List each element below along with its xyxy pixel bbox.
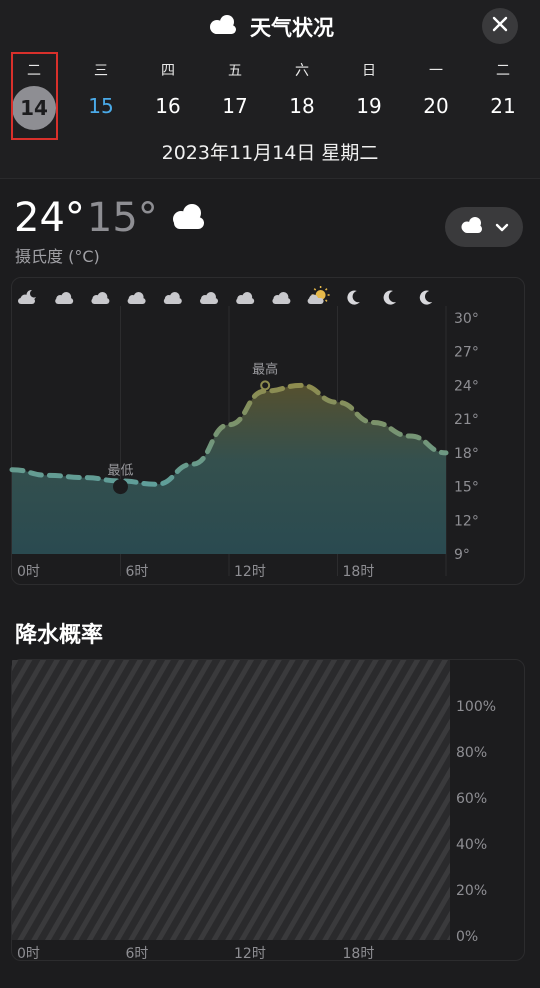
y-tick-label: 15° [454,480,479,496]
day-item[interactable]: 五 17 [205,58,265,126]
x-tick-label: 12时 [234,946,266,962]
min-point [113,479,128,495]
y-tick-label: 27° [454,345,479,361]
moon-icon [347,290,360,305]
day-weekday: 一 [429,63,443,79]
y-tick-label: 21° [454,412,479,428]
day-date: 15 [88,94,114,118]
day-item[interactable]: 日 19 [339,58,399,126]
day-weekday: 五 [228,63,242,79]
x-tick-label: 12时 [234,564,266,580]
moon-icon [383,290,396,305]
cloud-icon [236,292,255,304]
y-tick-label: 18° [454,446,479,462]
selected-date-label: 2023年11月14日 星期二 [161,142,379,164]
day-weekday: 四 [161,63,175,79]
day-item[interactable]: 二 21 [473,58,533,126]
view-mode-dropdown[interactable] [445,207,523,247]
day-date: 17 [222,94,248,118]
min-label: 最低 [107,464,133,479]
x-tick-label: 0时 [17,564,40,580]
cloud-icon [91,292,110,304]
moon-icon [419,290,433,305]
day-date: 20 [423,94,449,118]
day-item[interactable]: 一 20 [406,58,466,126]
y-tick-label: 24° [454,378,479,394]
partly-cloudy-night-icon [18,289,36,304]
day-item[interactable]: 三 15 [71,58,131,126]
day-date: 16 [155,94,181,118]
max-point [260,380,271,391]
temperature-chart: 最低 最高 30° 27° 24° 21° 18° 15° 12° 9° 0时 6时 12时 18时 [9,286,479,580]
x-tick-label: 6时 [126,564,149,580]
y-tick-label: 80% [456,745,487,761]
cloud-icon [272,292,291,304]
cloud-icon [163,292,182,304]
temperature-summary: 24° 15° [14,193,208,243]
close-button[interactable] [482,8,518,44]
y-tick-label: 40% [456,837,487,853]
y-tick-label: 9° [454,547,470,563]
day-selector: 二 14 三 15 四 16 五 17 六 18 日 19 一 20 二 21 [0,58,540,130]
y-tick-label: 60% [456,791,487,807]
day-weekday: 日 [362,63,376,79]
cloud-icon [200,292,218,304]
close-icon [491,15,509,37]
chevron-down-icon [495,218,509,237]
cloud-icon [168,202,208,236]
day-weekday: 二 [496,63,510,79]
x-tick-label: 0时 [17,946,40,962]
x-tick-label: 18时 [343,946,375,962]
y-tick-label: 20% [456,883,487,899]
y-tick-label: 30° [454,311,479,327]
day-date: 21 [490,94,516,118]
day-date: 18 [289,94,315,118]
partly-cloudy-icon [459,216,485,238]
high-temp: 24° [14,195,85,241]
max-label: 最高 [252,361,278,377]
precipitation-title: 降水概率 [15,623,104,648]
no-data-hatch [12,660,450,940]
page-title: 天气状况 [250,16,334,40]
x-tick-label: 18时 [343,564,375,580]
y-tick-label: 0% [456,929,478,945]
cloud-icon [127,292,146,304]
partly-sunny-icon [307,286,330,304]
header-panel: 天气状况 二 14 三 15 四 16 五 17 六 18 日 19 一 20 … [0,0,540,179]
day-weekday: 三 [94,63,108,79]
title-row: 天气状况 [0,10,540,44]
cloud-icon [55,292,74,304]
low-temp: 15° [86,195,158,241]
y-tick-label: 12° [454,513,479,529]
unit-label: 摄氏度 (°C) [15,247,100,266]
day-weekday: 六 [295,63,309,79]
day-item[interactable]: 六 18 [272,58,332,126]
x-tick-label: 6时 [126,946,149,962]
selection-highlight-box [11,52,58,140]
day-date: 19 [356,94,382,118]
day-item[interactable]: 四 16 [138,58,198,126]
precipitation-chart: 100% 80% 60% 40% 20% 0% 0时 6时 12时 18时 [12,660,496,962]
y-tick-label: 100% [456,699,496,715]
cloud-icon [206,13,240,41]
